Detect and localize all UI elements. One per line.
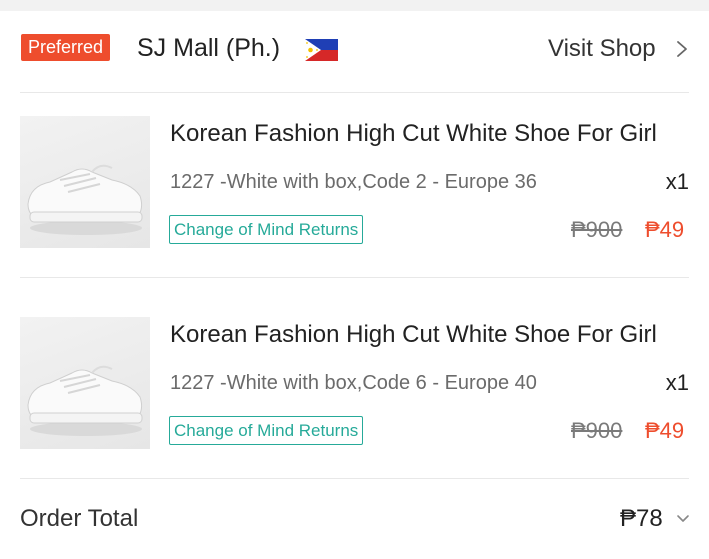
visit-shop-link[interactable]: Visit Shop xyxy=(548,33,656,65)
divider xyxy=(20,478,689,479)
original-price: ₱900 xyxy=(571,217,623,242)
chevron-down-icon[interactable] xyxy=(676,514,690,524)
shop-name[interactable]: SJ Mall (Ph.) xyxy=(137,32,280,64)
top-strip xyxy=(0,0,709,11)
product-variant: 1227 -White with box,Code 2 - Europe 36 xyxy=(170,171,537,193)
white-sneaker-image xyxy=(27,365,143,436)
original-price: ₱900 xyxy=(571,418,623,443)
order-item[interactable]: Korean Fashion High Cut White Shoe For G… xyxy=(0,317,709,467)
philippines-flag-icon xyxy=(305,39,338,61)
chevron-right-icon[interactable] xyxy=(676,40,688,58)
product-image[interactable] xyxy=(20,317,150,449)
white-sneaker-image xyxy=(27,164,143,235)
change-of-mind-returns-badge[interactable]: Change of Mind Returns xyxy=(169,215,364,244)
divider xyxy=(20,92,689,93)
sale-price: ₱49 xyxy=(645,217,685,242)
order-item[interactable]: Korean Fashion High Cut White Shoe For G… xyxy=(0,116,709,266)
order-total-label: Order Total xyxy=(20,505,139,532)
product-quantity: x1 xyxy=(665,370,689,395)
change-of-mind-returns-badge[interactable]: Change of Mind Returns xyxy=(169,416,364,445)
divider xyxy=(20,277,689,278)
shop-header[interactable]: Preferred SJ Mall (Ph.) Visit Shop xyxy=(0,11,709,91)
product-variant: 1227 -White with box,Code 6 - Europe 40 xyxy=(170,372,537,394)
product-title[interactable]: Korean Fashion High Cut White Shoe For G… xyxy=(170,319,657,351)
preferred-badge: Preferred xyxy=(21,34,111,61)
product-image[interactable] xyxy=(20,116,150,248)
order-total-value[interactable]: ₱78 xyxy=(620,503,663,535)
sale-price: ₱49 xyxy=(645,418,685,443)
product-quantity: x1 xyxy=(665,169,689,194)
product-title[interactable]: Korean Fashion High Cut White Shoe For G… xyxy=(170,118,657,150)
